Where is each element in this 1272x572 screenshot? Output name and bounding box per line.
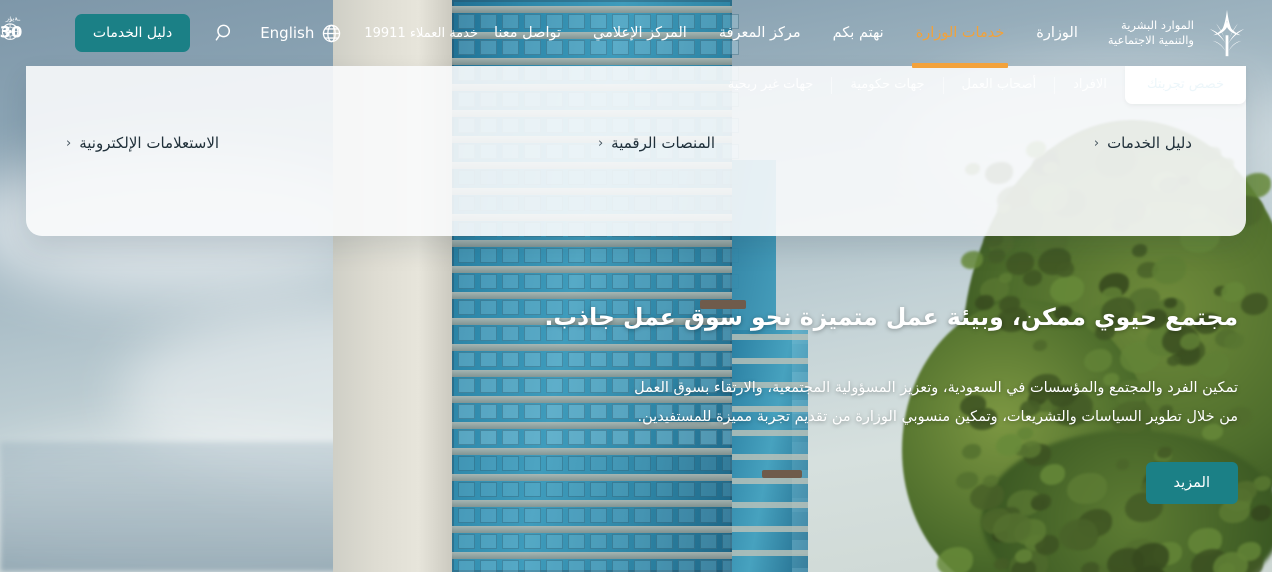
panel-link-label: دليل الخدمات [1107, 134, 1192, 152]
main-menu: الوزارة خدمات الوزارة نهتم بكم مركز المع… [478, 0, 1094, 66]
language-switcher[interactable]: English [260, 23, 342, 44]
site-logo-text: الموارد البشرية والتنمية الاجتماعية [1108, 18, 1194, 48]
haze-strip [0, 442, 340, 572]
mega-menu-panel: خصص تجربتك الافراد أصحاب العمل جهات حكوم… [26, 66, 1246, 236]
nav-item-media-center[interactable]: المركز الإعلامي [577, 0, 703, 66]
hero-description: تمكين الفرد والمجتمع والمؤسسات في السعود… [618, 374, 1238, 432]
panel-link-label: المنصات الرقمية [611, 134, 715, 152]
panel-link-digital-platforms[interactable]: المنصات الرقمية ‹ [598, 134, 715, 152]
nav-item-ministry-services[interactable]: خدمات الوزارة [900, 0, 1021, 66]
chevron-left-icon: ‹ [66, 136, 71, 151]
panel-link-label: الاستعلامات الإلكترونية [79, 134, 219, 152]
site-logo[interactable]: الموارد البشرية والتنمية الاجتماعية [1108, 8, 1250, 58]
services-guide-button[interactable]: دليل الخدمات [75, 14, 190, 52]
nav-item-ministry[interactable]: الوزارة [1020, 0, 1094, 66]
panel-link-row: دليل الخدمات ‹ المنصات الرقمية ‹ الاستعل… [26, 106, 1246, 180]
nav-item-contact-us[interactable]: تواصل معنا [478, 0, 577, 66]
hero-title: مجتمع حيوي ممكن، وبيئة عمل متميزة نحو سو… [618, 300, 1238, 334]
audience-tab-row: خصص تجربتك الافراد أصحاب العمل جهات حكوم… [26, 66, 1246, 106]
search-icon[interactable] [212, 20, 238, 46]
globe-icon [321, 23, 342, 44]
tab-government-entities[interactable]: جهات حكومية [832, 66, 942, 104]
chevron-left-icon: ‹ [1094, 136, 1099, 151]
nav-item-we-care[interactable]: نهتم بكم [817, 0, 900, 66]
nav-item-knowledge-center[interactable]: مركز المعرفة [703, 0, 817, 66]
chevron-left-icon: ‹ [598, 136, 603, 151]
panel-link-electronic-inquiries[interactable]: الاستعلامات الإلكترونية ‹ [66, 134, 219, 152]
hero-more-button[interactable]: المزيد [1146, 462, 1238, 504]
customer-service-link[interactable]: خدمة العملاء 19911 [364, 26, 478, 41]
nav-utilities: خدمة العملاء 19911 English دليل الخدمات [0, 11, 478, 55]
tab-nonprofit-entities[interactable]: جهات غير ربحية [710, 66, 832, 104]
tab-separator [1054, 77, 1055, 94]
saudi-palm-swords-emblem-icon [1204, 8, 1250, 58]
tab-individuals[interactable]: الافراد [1055, 66, 1125, 104]
svg-text:ـةيؤر: ـةيؤر [5, 14, 21, 22]
panel-link-services-guide[interactable]: دليل الخدمات ‹ [1094, 134, 1192, 152]
hero-section: مجتمع حيوي ممكن، وبيئة عمل متميزة نحو سو… [618, 300, 1238, 504]
tab-separator [943, 77, 944, 94]
tab-customize-experience[interactable]: خصص تجربتك [1125, 66, 1246, 104]
language-label: English [260, 24, 314, 42]
logo-line-2: والتنمية الاجتماعية [1108, 33, 1194, 48]
vision-2030-logo[interactable]: VISION ـةيؤر 2 30 [0, 11, 45, 55]
tab-employers[interactable]: أصحاب العمل [944, 66, 1055, 104]
tab-separator [831, 77, 832, 94]
top-navigation-bar: الموارد البشرية والتنمية الاجتماعية الوز… [0, 0, 1272, 66]
logo-line-1: الموارد البشرية [1108, 18, 1194, 33]
